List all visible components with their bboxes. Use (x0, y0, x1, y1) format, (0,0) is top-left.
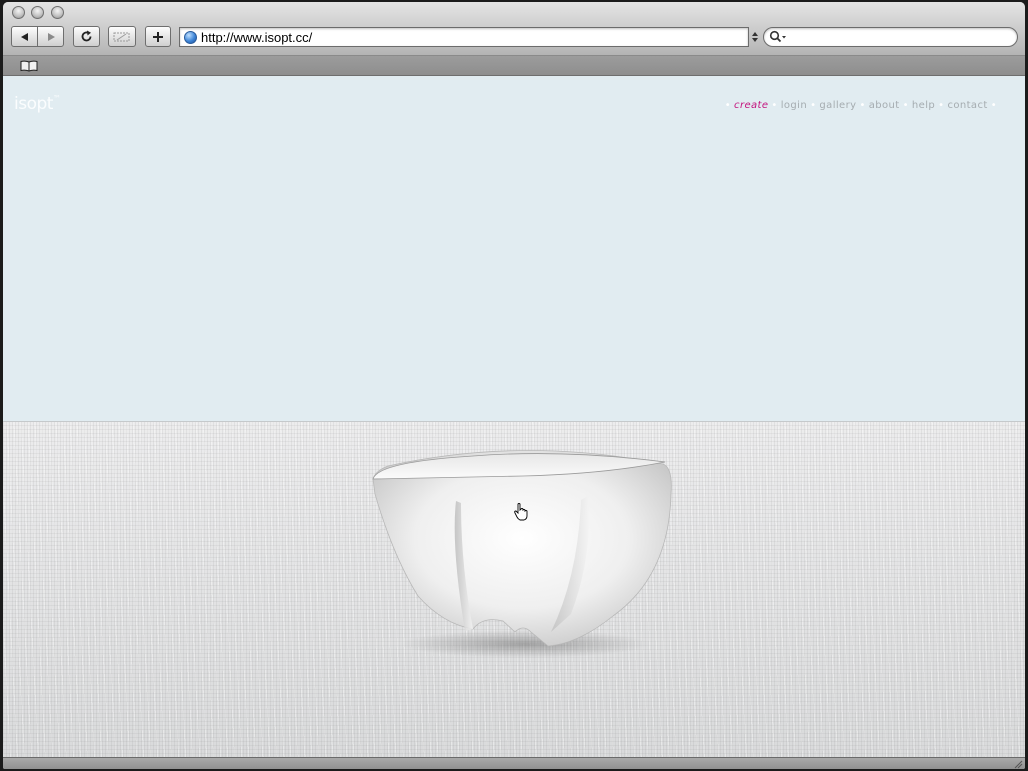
browser-toolbar: http://www.isopt.cc/ (3, 2, 1025, 56)
globe-icon (184, 30, 197, 44)
status-bar (3, 757, 1025, 769)
bookmarks-bar (3, 56, 1025, 76)
web-page: isopt™ • create • login • gallery • abou… (3, 76, 1025, 757)
bowl-shadow (400, 630, 650, 658)
forward-button[interactable] (37, 26, 64, 47)
address-bar-url: http://www.isopt.cc/ (201, 29, 313, 45)
bowl-body (372, 450, 672, 647)
back-button[interactable] (11, 26, 38, 47)
reload-button[interactable] (73, 26, 100, 47)
address-bar[interactable]: http://www.isopt.cc/ (179, 27, 749, 47)
web-clip-button[interactable] (108, 26, 136, 47)
bowl-3d-model[interactable] (3, 76, 1025, 757)
search-input[interactable] (763, 27, 1018, 47)
minimize-window-button[interactable] (31, 6, 44, 19)
zoom-window-button[interactable] (51, 6, 64, 19)
add-bookmark-button[interactable] (145, 26, 171, 47)
magnifier-icon (769, 30, 786, 43)
plus-icon (153, 31, 163, 42)
open-book-icon[interactable] (20, 60, 38, 72)
close-window-button[interactable] (12, 6, 25, 19)
web-clip-icon (113, 32, 130, 41)
address-dropdown-icon[interactable] (752, 31, 758, 43)
resize-grip-icon[interactable] (1013, 759, 1023, 769)
forward-arrow-icon (47, 32, 55, 41)
back-arrow-icon (20, 32, 28, 41)
browser-window: http://www.isopt.cc/ isopt™ • create • l… (3, 2, 1025, 769)
reload-icon (81, 30, 92, 42)
